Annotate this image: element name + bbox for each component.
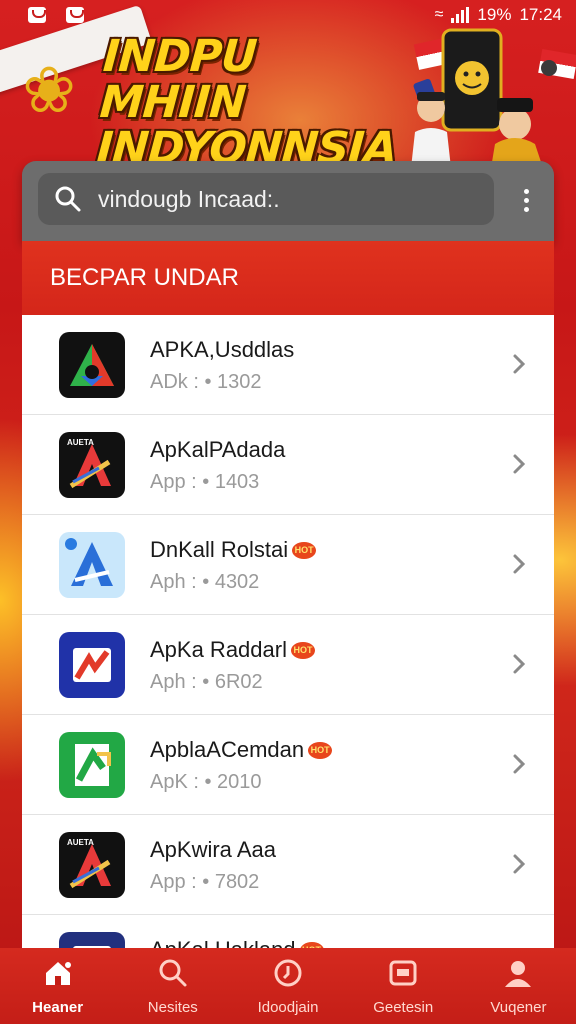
meta-a-logo-icon: AUETA [59,831,125,898]
app-name: ApKalPAdada [150,437,285,463]
navy-arrow-logo-icon [59,631,125,698]
clock-icon [272,957,304,993]
nav-item-search[interactable]: Nesites [115,948,230,1024]
app-name: APKA,Usddlas [150,337,294,363]
banner-headline: INDPU MHIIN INDYONNSIA [95,31,405,174]
app-name-label: ApKa Raddarl [150,637,287,662]
svg-text:AUETA: AUETA [67,838,94,847]
garuda-emblem-icon: ❀ [22,54,76,126]
search-card [22,161,554,241]
notification-icon [28,7,46,23]
navy-logo-icon [59,931,125,948]
app-list-item[interactable]: APKA,Usddlas ADk : • 1302 [22,315,554,415]
chevron-right-icon [513,754,526,774]
user-icon [502,957,534,993]
chevron-right-icon [513,654,526,674]
chevron-right-icon [513,454,526,474]
battery-level: 19% [477,5,512,24]
app-text: ApKa Raddarl HOT Aph : • 6R02 [150,637,315,694]
app-meta: ApK : • 2010 [150,771,262,793]
app-text: ApKal HaklandHOT [150,937,324,948]
nav-label: Geetesin [373,998,434,1016]
app-text: APKA,Usddlas ADk : • 1302 [150,337,294,394]
search-input[interactable] [98,185,458,213]
bottom-navigation: Heaner Nesites Idoodjain Geetesin Vuqener [0,948,576,1024]
app-name-label: ApKal Hakland [150,937,296,948]
banner-illustration [411,28,557,168]
app-meta: Aph : • 6R02 [150,671,263,693]
app-list-item[interactable]: DnKall Rolstai HOT Aph : • 4302 [22,515,554,615]
status-bar: ≈ 19% 17:24 [0,0,576,30]
app-name-label: ApKalPAdada [150,437,286,462]
clock-time: 17:24 [519,5,562,24]
dark-a-logo-icon [59,331,125,398]
wifi-icon: ≈ [434,6,444,23]
app-name: ApKa Raddarl HOT [150,637,315,663]
app-text: DnKall Rolstai HOT Aph : • 4302 [150,537,317,594]
app-list-item[interactable]: AUETA ApKwira Aaa App : • 7802 [22,815,554,915]
notification-icon [66,7,84,23]
section-title: BECPAR UNDAR [22,241,554,315]
app-text: ApKalPAdada App : • 1403 [150,437,285,494]
meta-a-logo-icon: AUETA [59,431,125,498]
nav-label: Vuqener [490,998,547,1016]
nav-item-clock[interactable]: Idoodjain [230,948,345,1024]
app-list-item[interactable]: ApKa Raddarl HOT Aph : • 6R02 [22,615,554,715]
app-name: DnKall Rolstai HOT [150,537,317,563]
search-box[interactable] [38,173,494,225]
chevron-right-icon [513,354,526,374]
nav-label: Idoodjain [257,998,319,1016]
app-list-item[interactable]: ApKal HaklandHOT [22,915,554,948]
nav-label: Nesites [147,998,198,1016]
headline-line-1: INDPU MHIIN [98,31,258,128]
app-text: ApblaACemdan HOT ApK : • 2010 [150,737,333,794]
more-vert-icon[interactable] [524,189,530,212]
search-icon [55,186,81,212]
hot-badge: HOT [290,641,315,659]
app-list-item[interactable]: AUETA ApKalPAdada App : • 1403 [22,415,554,515]
app-list: APKA,Usddlas ADk : • 1302 AUETA ApKalPAdada… [22,315,554,948]
window-icon [387,957,419,993]
app-meta: ADk : • 1302 [150,371,262,393]
app-name-label: DnKall Rolstai [150,537,289,562]
blue-a-logo-icon [59,531,125,598]
signal-icon [451,7,470,23]
app-text: ApKwira Aaa App : • 7802 [150,837,276,894]
hot-badge: HOT [308,741,333,759]
svg-text:AUETA: AUETA [67,438,94,447]
app-name-label: APKA,Usddlas [150,337,295,362]
nav-item-window[interactable]: Geetesin [346,948,461,1024]
app-name: ApKwira Aaa [150,837,276,863]
chevron-right-icon [513,854,526,874]
app-name-label: ApblaACemdan [150,737,305,762]
nav-item-home[interactable]: Heaner [0,948,115,1024]
app-name-label: ApKwira Aaa [150,837,276,862]
app-name: ApblaACemdan HOT [150,737,333,763]
search-icon [157,957,189,993]
app-meta: App : • 7802 [150,871,260,893]
app-meta: App : • 1403 [150,471,260,493]
hot-badge: HOT [292,541,317,559]
app-list-item[interactable]: ApblaACemdan HOT ApK : • 2010 [22,715,554,815]
nav-label: Heaner [32,998,84,1016]
green-arrow-logo-icon [59,731,125,798]
app-meta: Aph : • 4302 [150,571,260,593]
app-name: ApKal HaklandHOT [150,937,324,948]
nav-item-user[interactable]: Vuqener [461,948,576,1024]
chevron-right-icon [513,554,526,574]
home-icon [42,957,74,993]
